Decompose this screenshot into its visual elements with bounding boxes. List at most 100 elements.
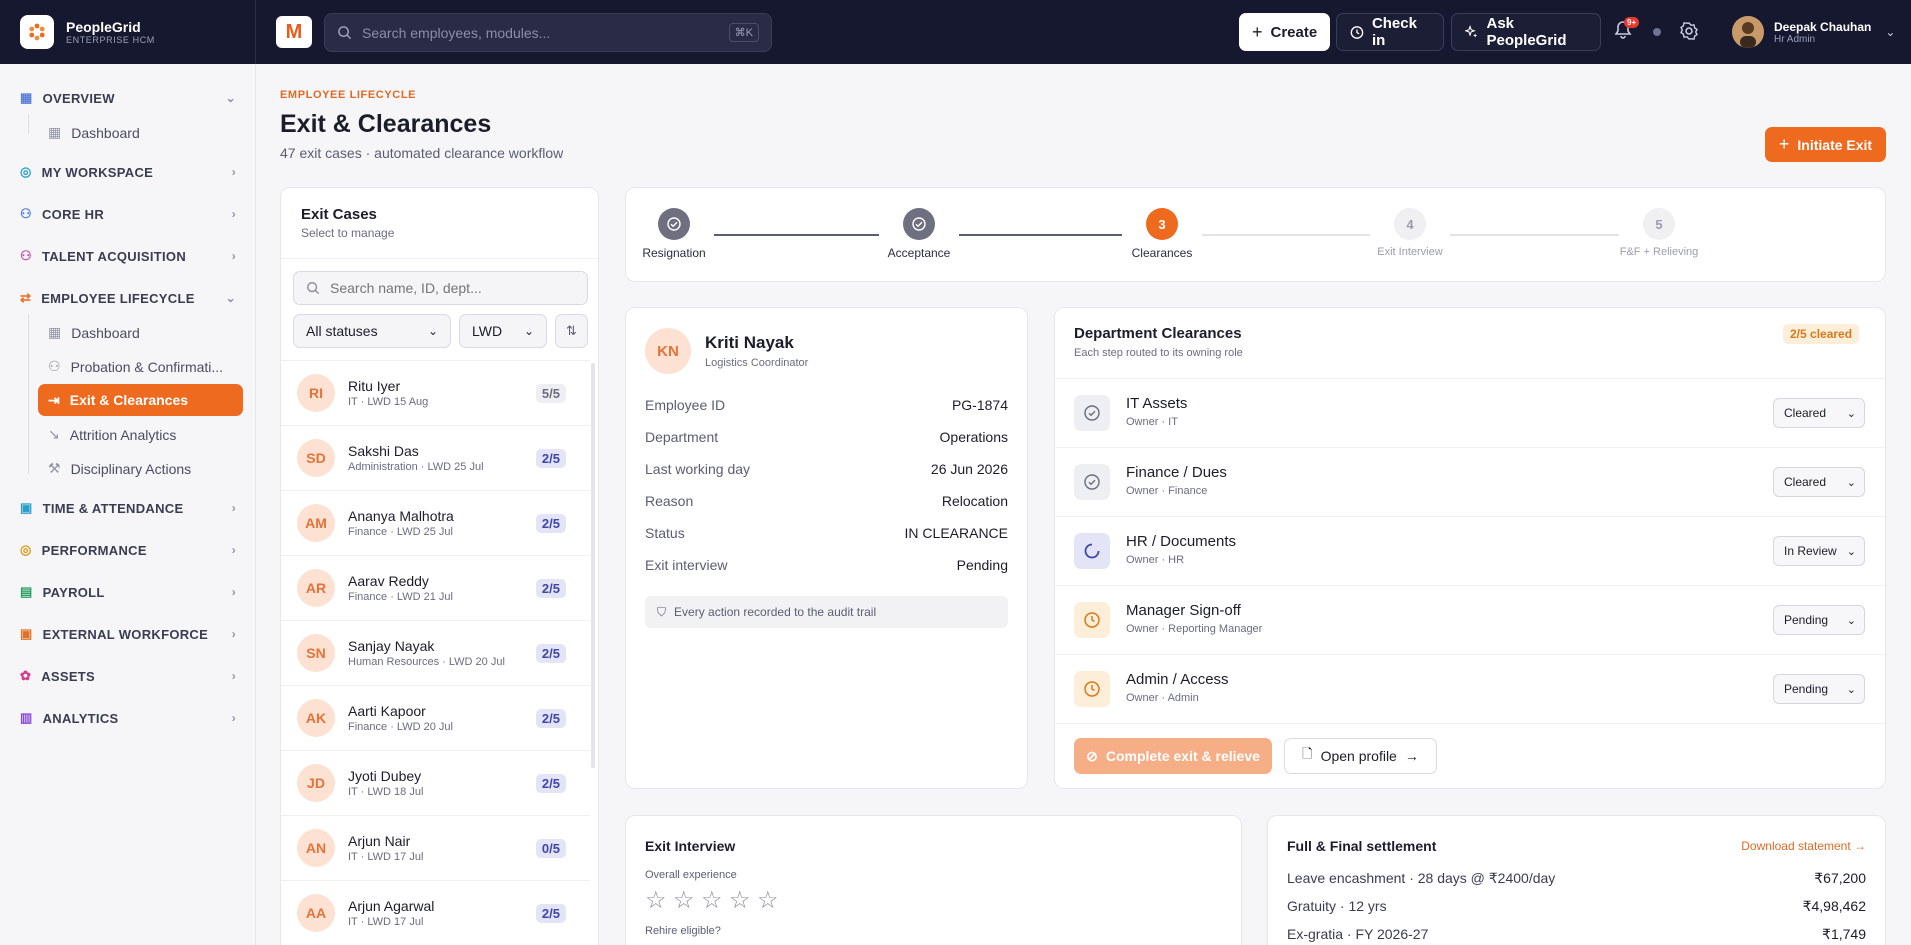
clearance-status-select[interactable]: Cleared ⌄ [1773, 467, 1865, 497]
field-value: PG-1874 [951, 397, 1008, 413]
case-progress-badge: 2/5 [535, 578, 566, 598]
sidebar-group-assets[interactable]: ✿ ASSETS › [20, 668, 236, 684]
global-search[interactable]: ⌘K [324, 13, 772, 52]
clearance-status-select[interactable]: Pending ⌄ [1773, 605, 1865, 635]
step-5-indicator[interactable]: 5 [1643, 208, 1675, 240]
step-1-indicator[interactable] [658, 208, 690, 240]
step-3-indicator[interactable]: 3 [1146, 208, 1178, 240]
sidebar-item-disciplinary-actions[interactable]: ⚒ Disciplinary Actions [48, 460, 243, 477]
sidebar-item-label: Probation & Confirmati... [70, 358, 224, 375]
sidebar-group-payroll[interactable]: ▤ PAYROLL › [20, 584, 236, 600]
log-out-icon: ⇥ [48, 391, 60, 408]
chevron-down-icon: ⌄ [523, 324, 534, 338]
rating-star-icon[interactable]: ☆ [757, 886, 779, 915]
check-in-button[interactable]: Check in [1336, 13, 1444, 51]
employee-field-row: Last working day 26 Jun 2026 [645, 461, 1008, 481]
status-filter-select[interactable]: All statuses ⌄ [293, 314, 451, 348]
check-circle-icon: ⊘ [1086, 747, 1098, 764]
chevron-right-icon: › [231, 627, 236, 641]
chevron-right-icon: › [231, 165, 236, 179]
chevron-down-icon: ⌄ [225, 91, 236, 105]
chevron-right-icon: › [231, 501, 236, 515]
case-detail: Human Resources · LWD 20 Jul [348, 656, 505, 668]
field-value: IN CLEARANCE [904, 525, 1008, 541]
sidebar-group-performance[interactable]: ◎ PERFORMANCE › [20, 542, 236, 558]
exit-case-row[interactable]: RI Ritu Iyer IT · LWD 15 Aug 5/5 [281, 360, 590, 425]
exit-case-row[interactable]: AK Aarti Kapoor Finance · LWD 20 Jul 2/5 [281, 685, 590, 750]
complete-exit-label: Complete exit & relieve [1105, 748, 1260, 764]
clearance-name: Finance / Dues [1126, 464, 1227, 481]
sort-direction-button[interactable]: ⇅ [555, 314, 588, 348]
exit-interview-title: Exit Interview [645, 838, 736, 854]
search-icon [307, 282, 320, 295]
exit-case-row[interactable]: AM Ananya Malhotra Finance · LWD 25 Jul 2/5 [281, 490, 590, 555]
clearance-owner: Owner · Reporting Manager [1126, 623, 1263, 635]
clearance-status-select[interactable]: Cleared ⌄ [1773, 398, 1865, 428]
overall-experience-label: Overall experience [645, 869, 737, 881]
settlement-label: Gratuity · 12 yrs [1287, 898, 1387, 914]
exit-case-row[interactable]: AN Arjun Nair IT · LWD 17 Jul 0/5 [281, 815, 590, 880]
gear-icon [1680, 22, 1698, 40]
case-avatar: AN [297, 829, 335, 867]
sidebar-item-lifecycle-dashboard[interactable]: ▦ Dashboard [48, 324, 243, 341]
step-2-indicator[interactable] [903, 208, 935, 240]
download-statement-link[interactable]: Download statement → [1741, 839, 1866, 853]
initiate-exit-button[interactable]: + Initiate Exit [1765, 127, 1886, 162]
clearance-status-select[interactable]: In Review ⌄ [1773, 536, 1865, 566]
case-search[interactable] [293, 271, 588, 305]
complete-exit-button[interactable]: ⊘ Complete exit & relieve [1074, 738, 1272, 774]
sidebar-item-overview-dashboard[interactable]: ▦ Dashboard [48, 124, 243, 141]
clearance-row: Finance / Dues Owner · Finance Cleared ⌄ [1054, 447, 1885, 516]
sidebar-group-label: CORE HR [41, 206, 105, 222]
user-menu[interactable]: Deepak Chauhan Hr Admin ⌄ [1732, 16, 1895, 48]
settings-button[interactable] [1679, 21, 1699, 46]
exit-case-row[interactable]: JD Jyoti Dubey IT · LWD 18 Jul 2/5 [281, 750, 590, 815]
open-profile-button[interactable]: 🗋 Open profile → [1284, 738, 1437, 774]
sidebar-group-time-attendance[interactable]: ▣ TIME & ATTENDANCE › [20, 500, 236, 516]
notifications-button[interactable]: 9+ [1614, 17, 1640, 45]
case-avatar: SN [297, 634, 335, 672]
exit-case-row[interactable]: AA Arjun Agarwal IT · LWD 17 Jul 2/5 [281, 880, 590, 945]
dashboard-icon: ▦ [48, 324, 62, 340]
sidebar-group-overview[interactable]: ▦ OVERVIEW ⌄ [20, 90, 236, 106]
sidebar-item-label: Attrition Analytics [69, 426, 177, 443]
step-4-indicator[interactable]: 4 [1394, 208, 1426, 240]
case-avatar: SD [297, 439, 335, 477]
exit-case-row[interactable]: SD Sakshi Das Administration · LWD 25 Jul 2… [281, 425, 590, 490]
rating-star-icon[interactable]: ☆ [645, 886, 667, 915]
case-list-scrollbar[interactable] [591, 363, 595, 768]
clearance-row: HR / Documents Owner · HR In Review ⌄ [1054, 516, 1885, 585]
grid-icon: ▦ [20, 90, 33, 105]
rating-star-icon[interactable]: ☆ [729, 886, 751, 915]
brand[interactable]: PeopleGrid ENTERPRISE HCM [20, 15, 155, 49]
case-search-input[interactable] [330, 280, 570, 296]
chevron-right-icon: › [231, 669, 236, 683]
clearance-list-divider [1054, 723, 1885, 724]
chevron-down-icon: ⌄ [1846, 476, 1856, 489]
rating-star-icon[interactable]: ☆ [673, 886, 695, 915]
sidebar-group-core-hr[interactable]: ⚇ CORE HR › [20, 206, 236, 222]
rating-star-icon[interactable]: ☆ [701, 886, 723, 915]
global-search-input[interactable] [362, 24, 719, 41]
sidebar-item-exit-clearances[interactable]: ⇥ Exit & Clearances [38, 384, 243, 416]
sidebar-group-analytics[interactable]: ▥ ANALYTICS › [20, 710, 236, 726]
sidebar-group-my-workspace[interactable]: ◎ MY WORKSPACE › [20, 164, 236, 180]
case-name: Aarav Reddy [348, 573, 429, 589]
ask-ai-button[interactable]: Ask PeopleGrid [1451, 13, 1601, 51]
sidebar-group-external-workforce[interactable]: ▣ EXTERNAL WORKFORCE › [20, 626, 236, 642]
sidebar-group-employee-lifecycle[interactable]: ⇄ EMPLOYEE LIFECYCLE ⌄ [20, 290, 236, 306]
exit-case-row[interactable]: SN Sanjay Nayak Human Resources · LWD 20 J… [281, 620, 590, 685]
exit-case-row[interactable]: AR Aarav Reddy Finance · LWD 21 Jul 2/5 [281, 555, 590, 620]
clearance-status-select[interactable]: Pending ⌄ [1773, 674, 1865, 704]
sort-field-select[interactable]: LWD ⌄ [459, 314, 547, 348]
check-circle-icon [1074, 464, 1110, 500]
sidebar-item-attrition-analytics[interactable]: ↘ Attrition Analytics [48, 426, 243, 443]
case-name: Ananya Malhotra [348, 508, 454, 524]
module-switcher-button[interactable]: M [276, 16, 312, 48]
sidebar-item-probation[interactable]: ⚇ Probation & Confirmati... [48, 358, 243, 375]
sidebar-item-label: Dashboard [71, 124, 140, 141]
case-detail: Finance · LWD 21 Jul [348, 591, 453, 603]
sidebar-group-talent-acquisition[interactable]: ⚇ TALENT ACQUISITION › [20, 248, 236, 264]
create-button[interactable]: + Create [1239, 13, 1330, 51]
user-plus-icon: ⚇ [20, 248, 32, 263]
